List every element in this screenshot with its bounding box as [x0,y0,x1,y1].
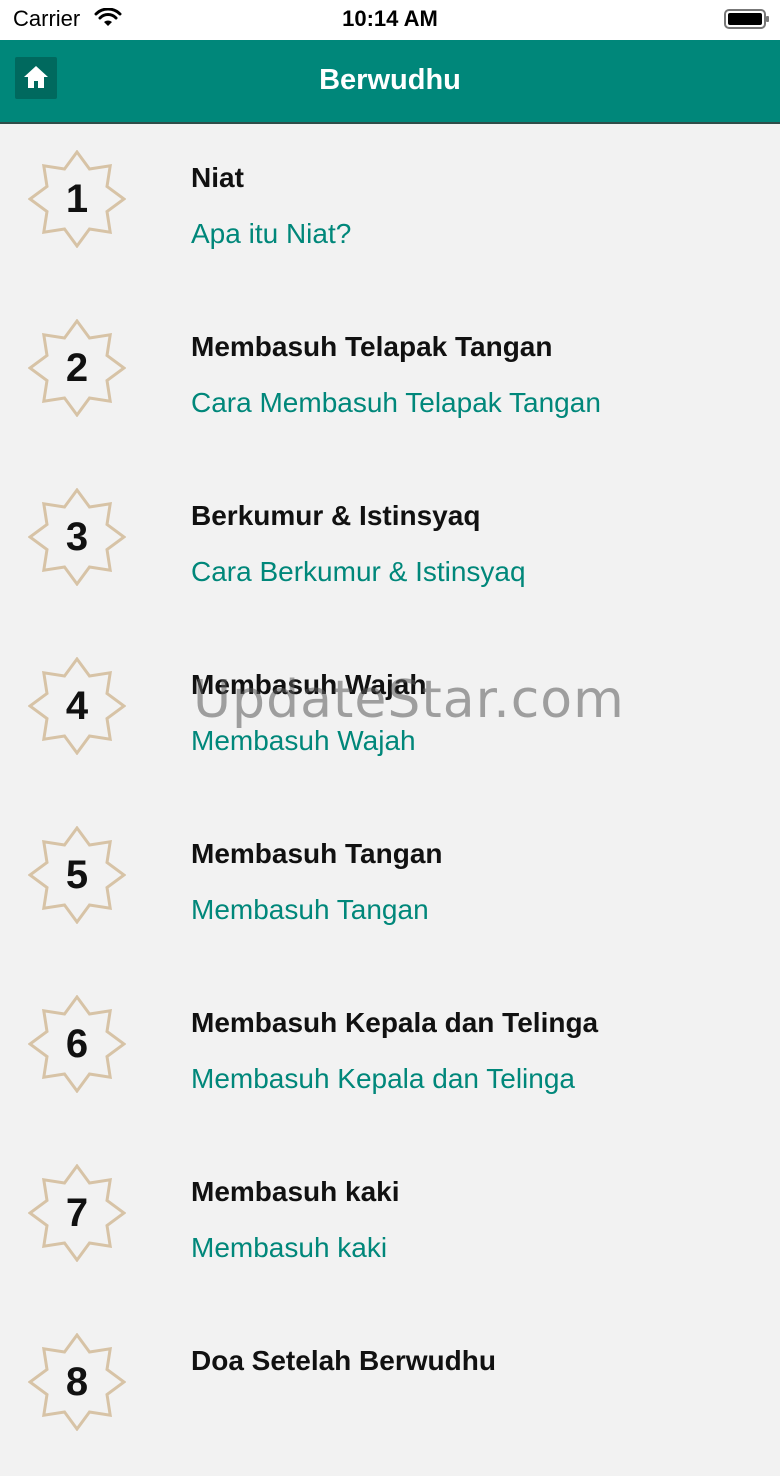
step-number: 8 [66,1360,88,1404]
step-link[interactable]: Membasuh Wajah [191,725,416,757]
list-item[interactable]: 8 Doa Setelah Berwudhu [0,1307,780,1476]
list-item[interactable]: 7 Membasuh kaki Membasuh kaki [0,1138,780,1307]
step-title: Membasuh Wajah [191,669,427,700]
list-item[interactable]: 4 Membasuh Wajah Membasuh Wajah [0,631,780,800]
step-star-icon: 4 [28,657,126,755]
step-link[interactable]: Cara Membasuh Telapak Tangan [191,387,601,419]
nav-bar: Berwudhu [0,40,780,124]
step-link[interactable]: Membasuh Tangan [191,894,429,926]
step-link[interactable]: Membasuh kaki [191,1232,387,1264]
status-bar: Carrier 10:14 AM [0,0,780,40]
step-title: Doa Setelah Berwudhu [191,1345,496,1376]
step-title: Membasuh Tangan [191,838,443,869]
step-star-icon: 7 [28,1164,126,1262]
step-title: Membasuh Telapak Tangan [191,331,553,362]
step-number: 5 [66,853,88,897]
step-title: Membasuh Kepala dan Telinga [191,1007,599,1038]
battery-icon [724,9,769,29]
step-number: 7 [66,1191,88,1235]
step-number: 4 [66,684,89,728]
step-star-icon: 3 [28,488,126,586]
step-title: Niat [191,162,244,193]
step-number: 2 [66,346,88,390]
step-number: 3 [66,515,88,559]
step-link[interactable]: Apa itu Niat? [191,218,351,250]
list-item[interactable]: 6 Membasuh Kepala dan Telinga Membasuh K… [0,969,780,1138]
page-title: Berwudhu [319,64,461,96]
step-number: 6 [66,1022,88,1066]
step-title: Membasuh kaki [191,1176,400,1207]
step-star-icon: 8 [28,1333,126,1431]
list-item[interactable]: 1 Niat Apa itu Niat? [0,124,780,293]
step-star-icon: 6 [28,995,126,1093]
step-title: Berkumur & Istinsyaq [191,500,481,531]
list-item[interactable]: 3 Berkumur & Istinsyaq Cara Berkumur & I… [0,462,780,631]
step-star-icon: 2 [28,319,126,417]
step-link[interactable]: Membasuh Kepala dan Telinga [191,1063,575,1095]
step-star-icon: 5 [28,826,126,924]
list-item[interactable]: 2 Membasuh Telapak Tangan Cara Membasuh … [0,293,780,462]
list-item[interactable]: 5 Membasuh Tangan Membasuh Tangan [0,800,780,969]
step-number: 1 [66,177,88,221]
step-link[interactable]: Cara Berkumur & Istinsyaq [191,556,526,588]
status-time: 10:14 AM [342,6,438,31]
steps-list: 1 Niat Apa itu Niat? 2 Membasuh Telapak … [0,124,780,1476]
step-star-icon: 1 [28,150,126,248]
